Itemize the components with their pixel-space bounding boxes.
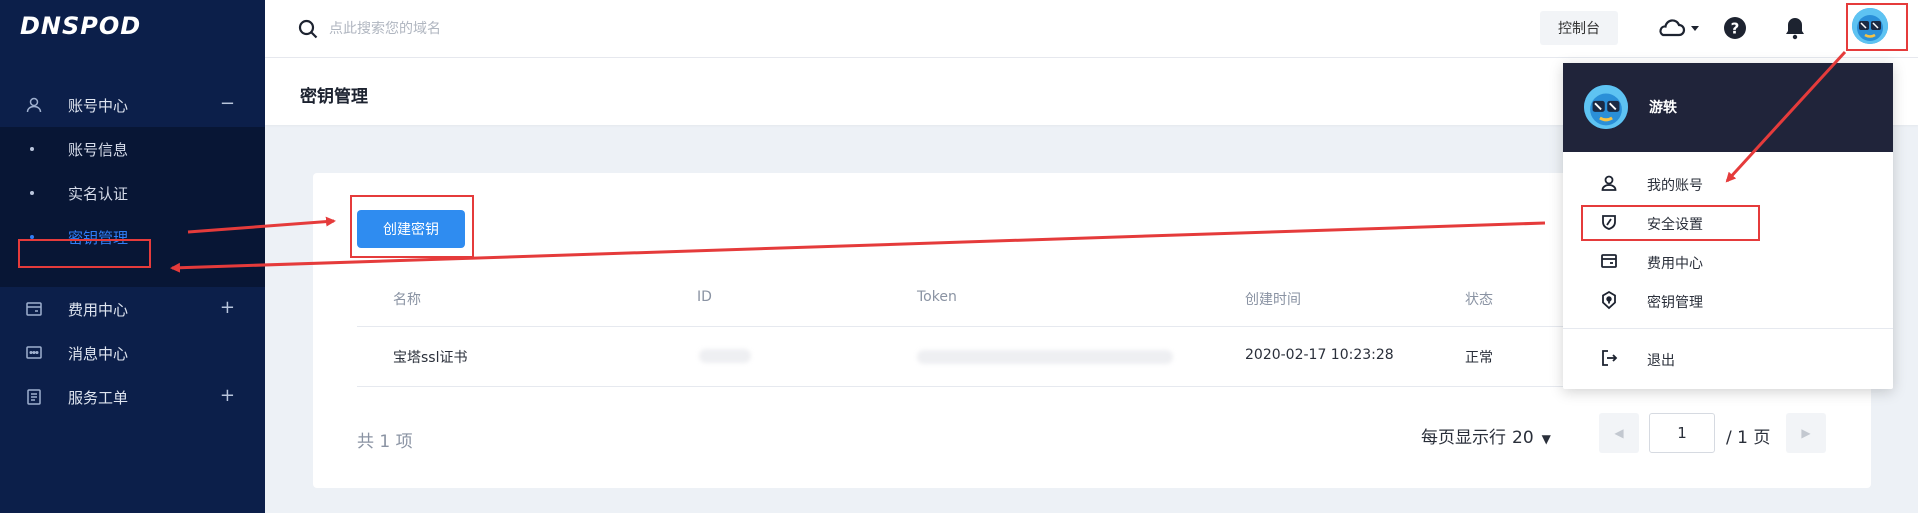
sidebar-group-tickets[interactable]: 服务工单 +: [0, 375, 265, 419]
avatar[interactable]: [1852, 8, 1888, 44]
user-icon: [26, 97, 42, 113]
page-total: / 1 页: [1726, 428, 1771, 448]
menu-item-label: 密钥管理: [1647, 295, 1703, 311]
next-page-button[interactable]: ▶: [1786, 413, 1826, 453]
message-icon: [26, 346, 42, 359]
cloud-icon[interactable]: [1655, 14, 1701, 42]
row-status: 正常: [1465, 350, 1493, 366]
avatar-face-icon: [1852, 8, 1888, 44]
caret-down-icon: ▼: [1541, 432, 1551, 446]
page-size-value: 20: [1512, 428, 1534, 448]
search-input[interactable]: [329, 16, 689, 42]
sidebar-group-label: 费用中心: [68, 301, 129, 319]
username: 游轶: [1649, 100, 1677, 116]
row-name: 宝塔ssl证书: [393, 350, 468, 366]
account-submenu: 账号信息 实名认证 密钥管理: [0, 127, 265, 287]
menu-item-label: 我的账号: [1647, 178, 1703, 194]
column-header-status: 状态: [1465, 292, 1493, 308]
search-icon[interactable]: [297, 18, 319, 40]
sidebar: DNSPOD 账号中心 − 账号信息 实名认证 密钥管理 费用中心 + 消息中心…: [0, 0, 265, 513]
sidebar-group-messages[interactable]: 消息中心: [0, 331, 265, 375]
domain-search: [297, 16, 697, 42]
page-number-input[interactable]: [1649, 413, 1715, 453]
sidebar-group-billing[interactable]: 费用中心 +: [0, 287, 265, 331]
redacted-token: [917, 350, 1173, 364]
expand-toggle[interactable]: +: [220, 297, 235, 318]
avatar-face-icon: [1584, 85, 1628, 129]
dnspod-logo[interactable]: DNSPOD: [20, 12, 141, 40]
sidebar-group-account[interactable]: 账号中心 −: [0, 83, 265, 127]
menu-item-key-management[interactable]: 密钥管理: [1563, 282, 1893, 318]
account-dropdown: 游轶 我的账号 安全设置 费用中心 密钥管理 退出: [1563, 63, 1893, 389]
top-bar: 控制台 ?: [265, 0, 1918, 58]
sidebar-item-account-info[interactable]: 账号信息: [0, 127, 265, 171]
menu-item-billing[interactable]: 费用中心: [1563, 243, 1893, 279]
bell-icon[interactable]: [1781, 14, 1809, 42]
bullet: [30, 147, 34, 151]
expand-toggle[interactable]: +: [220, 385, 235, 406]
sidebar-item-label: 密钥管理: [68, 229, 129, 247]
menu-divider: [1563, 328, 1893, 329]
help-icon[interactable]: ?: [1721, 14, 1749, 42]
console-button[interactable]: 控制台: [1540, 11, 1618, 45]
create-key-button[interactable]: 创建密钥: [357, 210, 465, 248]
sidebar-group-label: 账号中心: [68, 97, 129, 115]
sidebar-item-key-management[interactable]: 密钥管理: [0, 215, 265, 259]
shield-icon: [1602, 215, 1616, 230]
menu-item-label: 费用中心: [1647, 256, 1703, 272]
ticket-icon: [27, 389, 41, 405]
menu-item-label: 安全设置: [1647, 217, 1703, 233]
sidebar-item-verification[interactable]: 实名认证: [0, 171, 265, 215]
row-created-time: 2020-02-17 10:23:28: [1245, 347, 1394, 363]
redacted-id: [699, 349, 751, 363]
collapse-toggle[interactable]: −: [220, 93, 235, 114]
column-header-name: 名称: [393, 292, 421, 308]
column-header-token: Token: [917, 289, 957, 305]
wallet-icon: [1601, 254, 1617, 268]
sidebar-group-label: 消息中心: [68, 345, 129, 363]
column-header-id: ID: [697, 289, 712, 305]
key-icon: [1602, 290, 1616, 310]
column-header-created: 创建时间: [1245, 292, 1301, 308]
wallet-icon: [26, 302, 42, 316]
svg-text:?: ?: [1731, 20, 1740, 38]
prev-page-button[interactable]: ◀: [1599, 413, 1639, 453]
menu-item-my-account[interactable]: 我的账号: [1563, 165, 1893, 201]
menu-item-security-settings[interactable]: 安全设置: [1563, 204, 1893, 240]
sidebar-item-label: 账号信息: [68, 141, 129, 159]
page-size-select[interactable]: 每页显示行 20 ▼: [1421, 423, 1551, 448]
sidebar-item-label: 实名认证: [68, 185, 129, 203]
page-title: 密钥管理: [300, 87, 368, 107]
menu-item-logout[interactable]: 退出: [1563, 340, 1893, 376]
user-icon: [1601, 175, 1617, 191]
bullet: [30, 191, 34, 195]
logout-icon: [1602, 350, 1618, 366]
page-size-label: 每页显示行: [1421, 428, 1506, 448]
avatar: [1584, 85, 1628, 129]
sidebar-group-label: 服务工单: [68, 389, 129, 407]
menu-item-label: 退出: [1647, 353, 1675, 369]
bullet: [30, 235, 34, 239]
dropdown-header: 游轶: [1563, 63, 1893, 152]
total-count: 共 1 项: [357, 432, 413, 452]
